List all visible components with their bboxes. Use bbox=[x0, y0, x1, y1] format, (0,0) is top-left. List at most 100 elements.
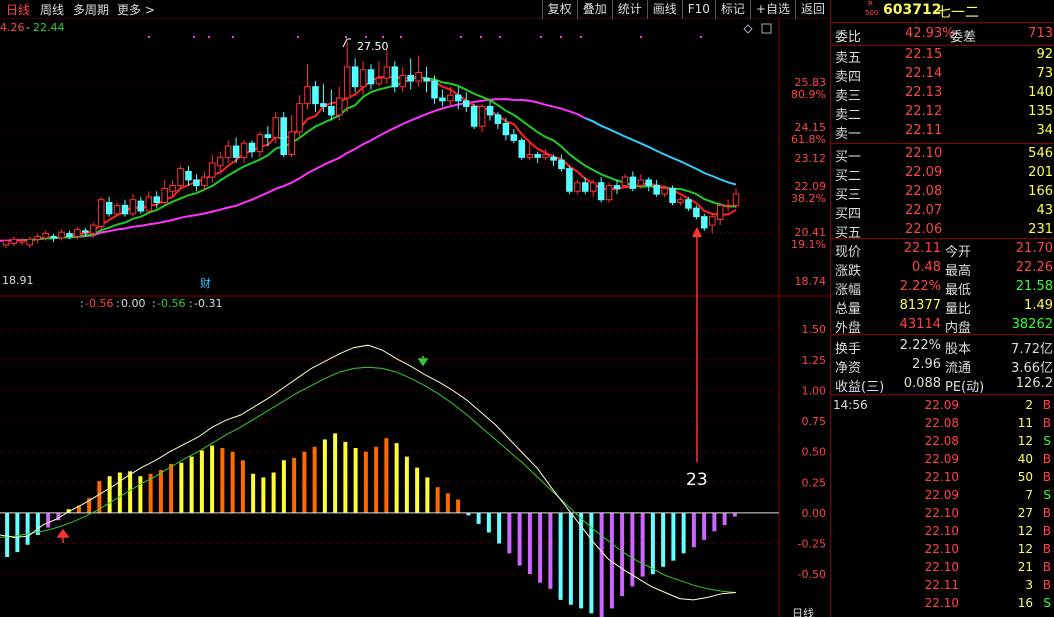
tick-volume: 11 bbox=[1017, 416, 1033, 430]
candle bbox=[693, 205, 700, 220]
buy-level-5[interactable]: 买五 22.06 231 bbox=[831, 221, 1054, 241]
mark-button[interactable]: 标记 bbox=[714, 0, 750, 19]
candle bbox=[542, 148, 549, 161]
macd-bar bbox=[558, 512, 563, 600]
period-tab-weekly[interactable]: 周线 bbox=[40, 1, 64, 18]
macd-bar bbox=[712, 512, 717, 532]
sell-level-5[interactable]: 卖一 22.11 34 bbox=[831, 122, 1054, 142]
stat-value: 38262 bbox=[1011, 317, 1053, 332]
statistics-button[interactable]: 统计 bbox=[611, 0, 647, 19]
overlay-button[interactable]: 叠加 bbox=[576, 0, 612, 19]
candle bbox=[732, 188, 740, 209]
chart-grid bbox=[0, 82, 779, 575]
event-dot bbox=[345, 36, 347, 38]
price-chart[interactable]: 25.8380.9%24.1561.8%23.1222.0938.2%20.41… bbox=[0, 19, 830, 617]
separator bbox=[831, 22, 1054, 23]
f10-button[interactable]: F10 bbox=[681, 0, 715, 19]
stock-name[interactable]: 七一二 bbox=[937, 2, 979, 22]
buy-level-2[interactable]: 买二 22.09 201 bbox=[831, 164, 1054, 184]
stat-value: 43114 bbox=[899, 317, 941, 332]
tick-volume: 27 bbox=[1017, 506, 1033, 520]
ma-fast-path bbox=[69, 75, 737, 237]
tick-side: B bbox=[1042, 452, 1051, 466]
level-volume: 43 bbox=[1036, 203, 1053, 218]
period-label: 日线 bbox=[792, 606, 814, 617]
finance-event-marker[interactable]: 财 bbox=[200, 276, 211, 290]
stat-label: 最低 bbox=[945, 283, 972, 298]
stat-value: 21.58 bbox=[1015, 279, 1053, 294]
diamond-icon[interactable] bbox=[743, 24, 753, 34]
stock-code[interactable]: 603712 bbox=[883, 2, 941, 18]
event-dot bbox=[148, 36, 150, 38]
macd-bar bbox=[107, 476, 112, 513]
candle bbox=[375, 61, 383, 87]
candle bbox=[10, 236, 18, 247]
macd-value-macd: -0.56 bbox=[85, 297, 113, 310]
candle bbox=[58, 229, 65, 241]
sell-level-2[interactable]: 卖四 22.14 73 bbox=[831, 65, 1054, 85]
macd-bar bbox=[230, 451, 235, 513]
macd-bar bbox=[681, 512, 686, 554]
level-label: 买一 bbox=[835, 150, 862, 165]
candle bbox=[566, 165, 573, 195]
weibi-value: 42.93% bbox=[905, 26, 955, 41]
add-watchlist-button[interactable]: +自选 bbox=[749, 0, 795, 19]
event-dot bbox=[193, 36, 195, 38]
tick-price: 22.08 bbox=[924, 434, 959, 448]
macd-bar bbox=[404, 456, 409, 513]
event-dot bbox=[499, 36, 501, 38]
stat-value: 2.96 bbox=[912, 357, 941, 372]
macd-bar bbox=[281, 460, 286, 513]
macd-axis-label: 0.25 bbox=[802, 476, 827, 489]
candle bbox=[558, 154, 565, 172]
buy-level-1[interactable]: 买一 22.10 546 bbox=[831, 145, 1054, 165]
stat-label: 换手 bbox=[835, 342, 862, 357]
macd-bar bbox=[292, 457, 297, 513]
window-icon[interactable] bbox=[761, 23, 772, 34]
buy-level-3[interactable]: 买三 22.08 166 bbox=[831, 183, 1054, 203]
more-menu[interactable]: 更多 > bbox=[117, 1, 155, 18]
candle bbox=[240, 140, 248, 163]
sell-level-3[interactable]: 卖三 22.13 140 bbox=[831, 84, 1054, 104]
price-axis-label: 23.12 bbox=[795, 152, 827, 165]
draw-line-button[interactable]: 画线 bbox=[646, 0, 682, 19]
tick-side: S bbox=[1043, 596, 1051, 610]
stat-label: 今开 bbox=[945, 245, 972, 260]
stat-value: 2.22% bbox=[899, 338, 941, 353]
sell-level-1[interactable]: 卖五 22.15 92 bbox=[831, 46, 1054, 66]
tick-row: 14:56 22.09 2 B bbox=[831, 397, 1054, 415]
level-volume: 34 bbox=[1036, 123, 1053, 138]
ma-fast-line bbox=[69, 75, 737, 237]
buy-level-4[interactable]: 买四 22.07 43 bbox=[831, 202, 1054, 222]
sell-level-4[interactable]: 卖二 22.12 135 bbox=[831, 103, 1054, 123]
stat-value: 7.72亿 bbox=[1011, 342, 1053, 357]
ma-label-value: 22.44 bbox=[33, 21, 65, 34]
macd-bar bbox=[732, 512, 737, 517]
level-price: 22.12 bbox=[905, 104, 943, 119]
period-tab-daily[interactable]: 日线 bbox=[6, 1, 30, 18]
candle bbox=[328, 89, 335, 121]
tick-side: B bbox=[1042, 416, 1051, 430]
quote-panel: R 500 603712 七一二 委比 42.93% 委差 713 卖五 22.1… bbox=[830, 0, 1054, 617]
tick-volume: 16 bbox=[1017, 596, 1033, 610]
tick-row: 22.10 12 B bbox=[831, 523, 1054, 541]
tick-side: S bbox=[1043, 434, 1051, 448]
restore-rights-button[interactable]: 复权 bbox=[541, 0, 577, 19]
back-button[interactable]: 返回 bbox=[794, 0, 830, 19]
tick-time: 14:56 bbox=[833, 398, 868, 412]
event-dot bbox=[297, 36, 299, 38]
separator bbox=[831, 143, 1054, 144]
level-volume: 231 bbox=[1028, 222, 1053, 237]
level-volume: 73 bbox=[1036, 66, 1053, 81]
stat-row: 总量 81377 量比 1.49 bbox=[831, 297, 1054, 317]
stat-value: 2.22% bbox=[899, 279, 941, 294]
tick-volume: 2 bbox=[1025, 398, 1033, 412]
high-price-label: 27.50 bbox=[357, 40, 389, 53]
candle bbox=[296, 95, 303, 138]
macd-value-dea: -0.56 bbox=[157, 297, 185, 310]
tick-price: 22.10 bbox=[924, 596, 959, 610]
macd-bar bbox=[374, 446, 379, 513]
period-tab-multi[interactable]: 多周期 bbox=[73, 1, 109, 18]
price-axis-label: 18.74 bbox=[795, 275, 827, 288]
tick-row: 22.09 40 B bbox=[831, 451, 1054, 469]
